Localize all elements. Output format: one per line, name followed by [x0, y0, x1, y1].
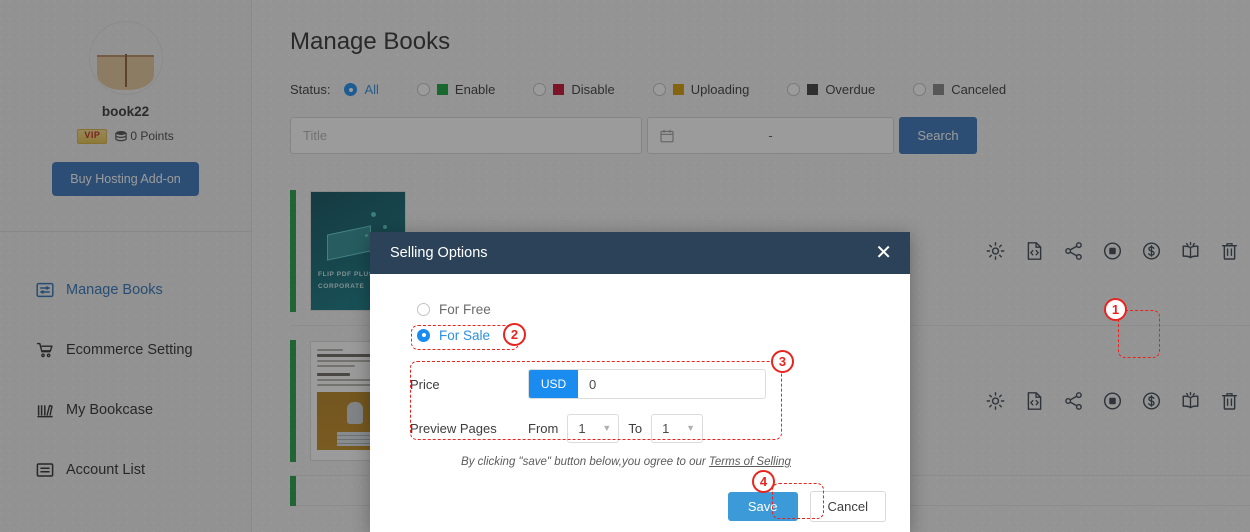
preview-pages-row: Preview Pages From 1 ▼ To 1 ▼	[410, 406, 766, 450]
modal-footer: Save Cancel	[727, 491, 886, 522]
save-button[interactable]: Save	[727, 492, 798, 521]
preview-pages-label: Preview Pages	[410, 420, 497, 436]
modal-title: Selling Options	[390, 245, 488, 261]
option-for-sale[interactable]: For Sale	[370, 322, 910, 348]
annotation-badge-1: 1	[1104, 298, 1127, 321]
terms-notice: By clicking "save" button below,you ogre…	[370, 456, 910, 468]
chevron-down-icon: ▼	[686, 423, 696, 433]
annotation-badge-4: 4	[752, 470, 775, 493]
terms-text: By clicking "save" button below,you ogre…	[461, 456, 709, 468]
price-input[interactable]: 0	[578, 370, 765, 398]
modal-body: For Free For Sale Price USD 0 Preview Pa…	[370, 274, 910, 532]
radio-icon	[417, 302, 430, 316]
close-icon[interactable]: ✕	[875, 243, 892, 263]
selling-fields: Price USD 0 Preview Pages From 1 ▼ To 1	[410, 362, 766, 450]
price-label: Price	[410, 376, 440, 392]
annotation-badge-3: 3	[771, 350, 794, 373]
preview-to-select[interactable]: 1 ▼	[651, 413, 704, 443]
preview-from-select[interactable]: 1 ▼	[567, 413, 620, 443]
selling-options-modal: Selling Options ✕ For Free For Sale Pric…	[370, 232, 910, 532]
price-input-group[interactable]: USD 0	[528, 369, 766, 399]
chevron-down-icon: ▼	[602, 423, 612, 433]
currency-button[interactable]: USD	[529, 370, 578, 398]
price-row: Price USD 0	[410, 362, 766, 406]
cancel-button[interactable]: Cancel	[809, 491, 886, 522]
option-label: For Sale	[439, 327, 491, 343]
radio-icon	[417, 328, 430, 342]
option-for-free[interactable]: For Free	[370, 296, 910, 322]
to-label: To	[628, 420, 643, 436]
terms-of-selling-link[interactable]: Terms of Selling	[709, 456, 791, 468]
preview-from-value: 1	[578, 420, 586, 436]
preview-to-value: 1	[662, 420, 670, 436]
from-label: From	[528, 420, 559, 436]
annotation-badge-2: 2	[503, 323, 526, 346]
option-label: For Free	[439, 301, 491, 317]
preview-pages-controls: From 1 ▼ To 1 ▼	[528, 413, 704, 443]
modal-header: Selling Options ✕	[370, 232, 910, 274]
